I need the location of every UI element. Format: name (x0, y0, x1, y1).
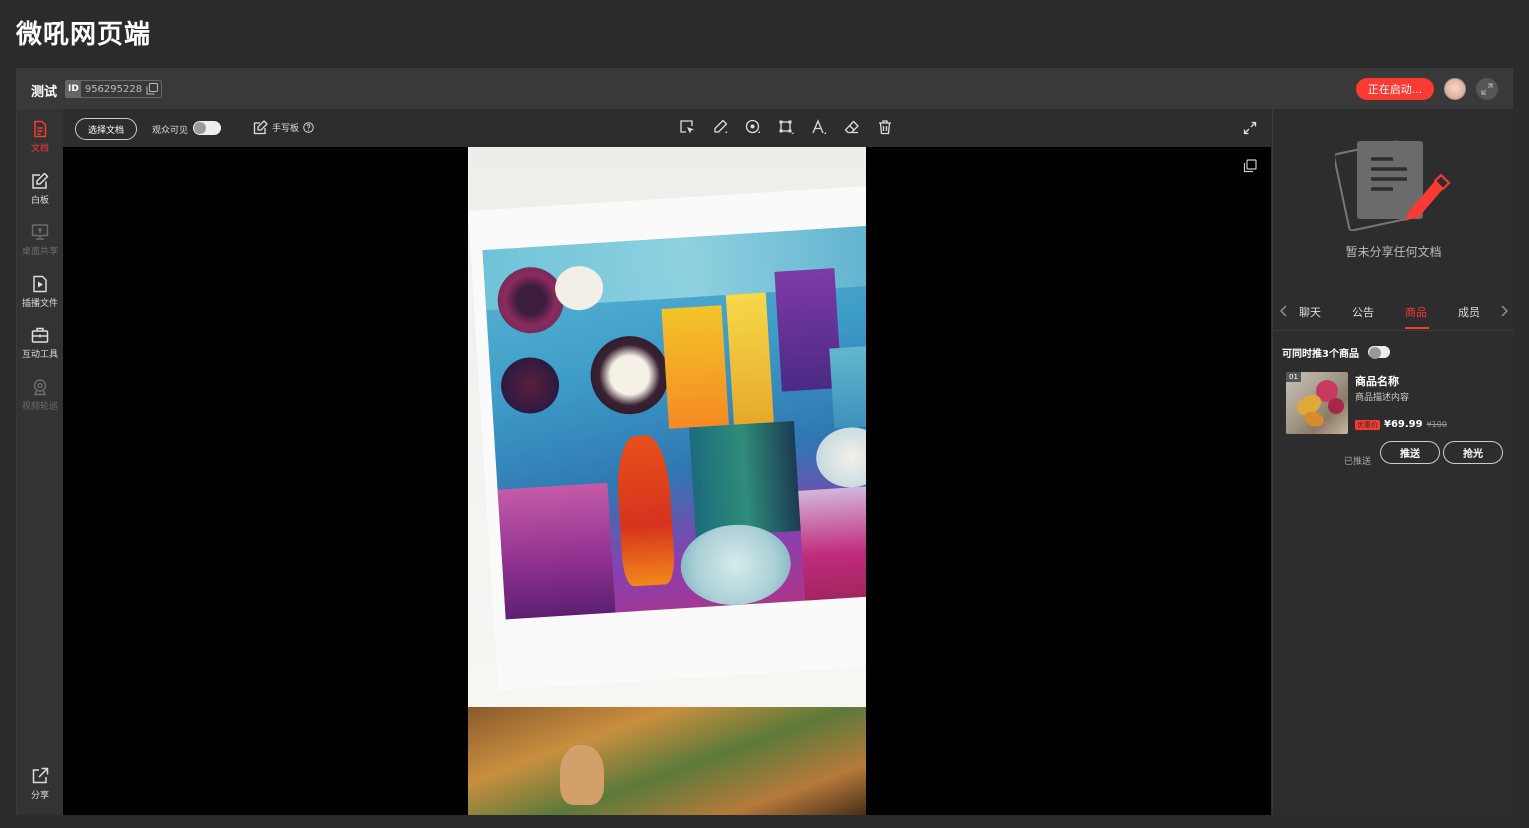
handwriting-board-button[interactable]: 手写板 (253, 120, 314, 135)
audience-visible-label: 观众可见 (152, 126, 189, 136)
select-document-button[interactable]: 选择文档 (75, 118, 137, 140)
document-toolbar: 选择文档 观众可见 手写板 (63, 109, 1271, 147)
sidebar-item-share[interactable]: 分享 (17, 760, 63, 806)
copy-icon[interactable] (146, 83, 159, 95)
push-limit-toggle[interactable] (1368, 346, 1390, 359)
copy-icon[interactable] (1243, 159, 1257, 173)
share-icon (32, 767, 49, 784)
sidebar-item-insert-file[interactable]: 插播文件 (17, 268, 63, 314)
drawing-tools (679, 119, 893, 135)
room-id: 956295228 (84, 83, 143, 95)
discount-tag: 优惠价 (1355, 419, 1380, 430)
id-tag: ID (66, 81, 81, 97)
video-patrol-icon (33, 379, 47, 396)
right-panel: 暂未分享任何文档 聊天 公告 商品 成员 可同时推3个商品 01 商品名称 商品… (1272, 109, 1514, 815)
sidebar-item-label: 互动工具 (21, 350, 58, 360)
product-description: 商品描述内容 (1355, 393, 1410, 403)
empty-document-text: 暂未分享任何文档 (1345, 245, 1442, 259)
chevron-left-icon[interactable] (1279, 305, 1289, 317)
pushed-status: 已推送 (1344, 457, 1372, 467)
app-title: 微吼网页端 (16, 20, 152, 50)
painting (482, 224, 866, 620)
start-live-button[interactable]: 正在启动... (1356, 78, 1434, 100)
insert-file-icon (33, 275, 47, 293)
sidebar-item-label: 插播文件 (21, 299, 58, 309)
toolbox-icon (31, 327, 49, 343)
product-index: 01 (1286, 372, 1301, 382)
sidebar-item-document[interactable]: 文档 (17, 113, 63, 159)
panel-tabs: 聊天 公告 商品 成员 (1273, 291, 1514, 331)
product-original-price: ¥100 (1426, 420, 1447, 429)
empty-document-icon (1335, 140, 1451, 231)
sidebar-item-label: 桌面共享 (21, 247, 58, 257)
fullscreen-icon[interactable] (1243, 121, 1257, 135)
sidebar-item-label: 白板 (30, 196, 49, 206)
handwriting-icon (253, 120, 268, 135)
sidebar-item-video-patrol[interactable]: 视频轮巡 (17, 371, 63, 417)
rect-select-icon[interactable] (778, 119, 794, 135)
avatar[interactable] (1444, 78, 1466, 100)
document-icon (34, 120, 47, 138)
sidebar-item-label: 视频轮巡 (21, 402, 58, 412)
product-item[interactable]: 01 商品名称 商品描述内容 优惠价 ¥69.99 ¥100 (1286, 372, 1506, 436)
room-name: 测试 (31, 85, 58, 100)
sidebar-item-desktop-share[interactable]: 桌面共享 (17, 216, 63, 262)
tab-announcement[interactable]: 公告 (1352, 304, 1374, 320)
eraser-icon[interactable] (844, 119, 860, 135)
audience-visible-toggle[interactable] (193, 121, 221, 135)
whiteboard-icon (32, 172, 49, 189)
trash-icon[interactable] (877, 119, 893, 135)
help-icon[interactable] (303, 122, 314, 133)
expand-icon (1481, 83, 1493, 95)
active-tab-indicator (1405, 327, 1429, 329)
push-limit-label: 可同时推3个商品 (1282, 349, 1359, 360)
sidebar-item-interactive-tools[interactable]: 互动工具 (17, 319, 63, 365)
picture-frame (468, 184, 866, 691)
chevron-right-icon[interactable] (1499, 305, 1509, 317)
tab-chat[interactable]: 聊天 (1299, 304, 1321, 320)
shape-icon[interactable] (745, 119, 761, 135)
tab-products[interactable]: 商品 (1405, 304, 1427, 320)
room-id-badge: ID 956295228 (65, 80, 163, 98)
product-name: 商品名称 (1355, 375, 1399, 388)
tab-members[interactable]: 成员 (1458, 304, 1480, 320)
floor-rug (468, 707, 866, 815)
sidebar-item-label: 文档 (30, 144, 49, 154)
shared-image (468, 147, 866, 815)
expand-button[interactable] (1476, 78, 1498, 100)
pen-icon[interactable] (712, 119, 728, 135)
text-icon[interactable] (811, 119, 827, 135)
rug-figure (560, 745, 604, 805)
document-stage[interactable] (63, 147, 1271, 815)
handwriting-label: 手写板 (272, 124, 300, 134)
top-bar: 测试 ID 956295228 正在启动... (17, 69, 1512, 109)
sold-out-button[interactable]: 抢光 (1443, 441, 1503, 464)
select-icon[interactable] (679, 119, 695, 135)
live-console-window: 测试 ID 956295228 正在启动... 文档 白板 桌面共享 插播文件 … (16, 68, 1514, 815)
sidebar-item-whiteboard[interactable]: 白板 (17, 165, 63, 211)
product-thumbnail: 01 (1286, 372, 1348, 434)
push-product-button[interactable]: 推送 (1380, 441, 1440, 464)
product-price: ¥69.99 (1384, 419, 1423, 430)
desktop-share-icon (31, 224, 49, 240)
left-sidebar: 文档 白板 桌面共享 插播文件 互动工具 视频轮巡 分享 (17, 109, 63, 815)
sidebar-item-label: 分享 (30, 791, 49, 801)
product-price-row: 优惠价 ¥69.99 ¥100 (1355, 419, 1447, 430)
